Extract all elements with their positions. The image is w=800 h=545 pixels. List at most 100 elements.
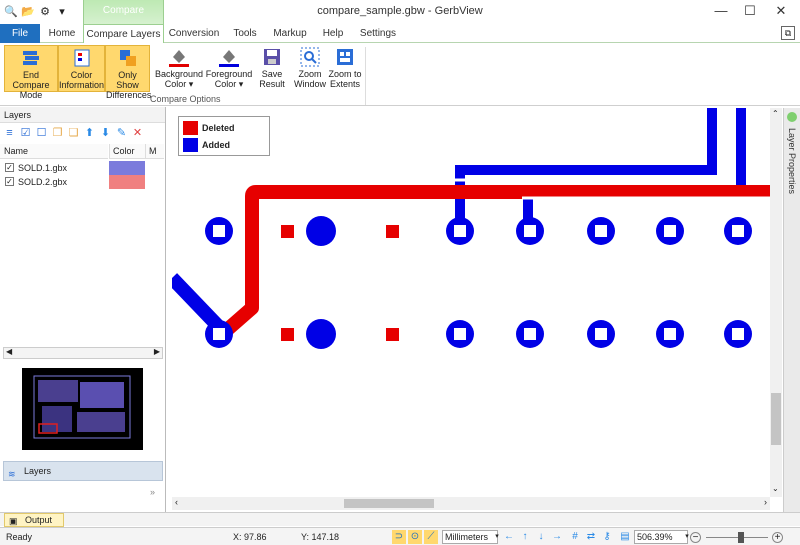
output-bar: ▣ Output <box>0 512 800 527</box>
added-trace <box>455 108 717 226</box>
uncheck-all-icon[interactable]: ☐ <box>35 127 48 140</box>
save-icon <box>264 49 280 65</box>
color-information-button[interactable]: Color Information <box>58 45 105 92</box>
key-icon[interactable]: ⚷ <box>600 530 614 544</box>
end-compare-label-2: Mode <box>19 90 43 100</box>
zoom-window-label-2: Window <box>293 79 326 89</box>
scroll-right-icon[interactable]: ▶ <box>154 347 160 356</box>
legend-deleted-swatch <box>183 121 198 135</box>
ribbon-options-icon[interactable]: ⧉ <box>781 26 795 40</box>
tab-compare-layers[interactable]: Compare Layers <box>83 24 164 44</box>
zoom-page-icon[interactable]: ▤ <box>618 530 632 544</box>
zoom-to-extents-label-1: Zoom to <box>328 69 362 79</box>
measure-icon[interactable]: ⇄ <box>584 530 598 544</box>
layer-row[interactable]: ✓ SOLD.1.gbx <box>0 161 164 175</box>
pan-down-icon[interactable]: ↓ <box>534 530 548 544</box>
grid-snap-icon[interactable]: ⊙ <box>408 530 422 544</box>
end-compare-mode-button[interactable]: End Compare Mode <box>4 45 58 100</box>
x-coordinate: X: 97.86 <box>233 532 267 542</box>
background-color-button[interactable]: Background Color ▾ <box>154 45 204 92</box>
zoom-out-icon[interactable]: − <box>690 532 701 543</box>
copy-layer-icon[interactable]: ❐ <box>51 127 64 140</box>
layers-section-icon: ≋ <box>8 469 16 479</box>
layer-checkbox[interactable]: ✓ <box>5 163 14 172</box>
tab-file[interactable]: File <box>0 24 40 43</box>
tab-settings[interactable]: Settings <box>356 24 400 43</box>
zoom-to-extents-button[interactable]: Zoom to Extents <box>328 45 362 92</box>
output-tab[interactable]: ▣ Output <box>4 513 64 527</box>
delete-layer-icon[interactable]: ✕ <box>131 127 144 140</box>
foreground-color-button[interactable]: Foreground Color ▾ <box>205 45 253 92</box>
status-text: Ready <box>6 532 33 542</box>
zoom-window-button[interactable]: Zoom Window <box>292 45 328 92</box>
pad-row-bottom <box>205 319 752 349</box>
snap-icon[interactable]: ⊃ <box>392 530 406 544</box>
column-name[interactable]: Name <box>0 144 108 159</box>
ortho-icon[interactable]: ⟋ <box>424 530 438 544</box>
paste-layer-icon[interactable]: ❏ <box>67 127 80 140</box>
layers-section-button[interactable]: ≋ Layers <box>3 461 163 481</box>
check-all-icon[interactable]: ☑ <box>19 127 32 140</box>
pan-up-icon[interactable]: ↑ <box>518 530 532 544</box>
tab-home[interactable]: Home <box>44 24 80 43</box>
customize-dropdown-icon[interactable]: ▾ <box>55 5 69 19</box>
canvas-horizontal-scrollbar[interactable]: ‹ › <box>172 497 770 510</box>
maximize-button[interactable]: ☐ <box>733 0 767 24</box>
vertical-scroll-thumb[interactable] <box>771 393 781 445</box>
board-overview-thumbnail[interactable] <box>22 368 143 450</box>
comparison-legend: Deleted Added <box>178 116 270 156</box>
column-color[interactable]: Color <box>109 144 145 159</box>
zoom-in-icon[interactable]: + <box>772 532 783 543</box>
ribbon: End Compare Mode Color Information Only … <box>0 43 800 106</box>
save-result-button[interactable]: Save Result <box>256 45 288 92</box>
scroll-up-icon[interactable]: ⌃ <box>772 109 779 118</box>
zoom-window-icon <box>300 47 320 67</box>
layers-horizontal-scrollbar[interactable]: ◀ ▶ <box>3 347 163 359</box>
open-folder-icon[interactable]: 📂 <box>21 5 35 19</box>
legend-added-label: Added <box>202 140 230 150</box>
pan-left-icon[interactable]: ← <box>502 530 516 544</box>
layer-checkbox[interactable]: ✓ <box>5 177 14 186</box>
tab-conversion[interactable]: Conversion <box>168 24 220 43</box>
layer-color-swatch[interactable] <box>109 161 145 175</box>
scroll-right-icon[interactable]: › <box>764 497 767 507</box>
layer-color-swatch[interactable] <box>109 175 145 189</box>
ribbon-divider <box>365 47 366 105</box>
only-show-differences-button[interactable]: Only Show Differences <box>105 45 151 100</box>
units-value: Millimeters <box>445 532 489 542</box>
move-down-icon[interactable]: ⬇ <box>99 127 112 140</box>
group-label-compare-options: Compare Options <box>150 94 221 104</box>
scroll-left-icon[interactable]: ◀ <box>6 347 12 356</box>
gerber-canvas[interactable]: Deleted Added <box>172 108 770 497</box>
context-tab-compare: Compare <box>83 0 164 24</box>
expand-panel-icon[interactable]: » <box>150 487 155 497</box>
tab-markup[interactable]: Markup <box>270 24 310 43</box>
scroll-down-icon[interactable]: ⌄ <box>772 484 779 493</box>
background-color-label-2: Color ▾ <box>164 79 194 89</box>
settings-icon[interactable]: ⚙ <box>38 5 52 19</box>
pan-right-icon[interactable]: → <box>550 530 564 544</box>
layer-row[interactable]: ✓ SOLD.2.gbx <box>0 175 164 189</box>
layer-properties-sidebar[interactable]: Layer Properties <box>783 108 800 513</box>
layer-name: SOLD.1.gbx <box>18 163 68 173</box>
layers-toolbar: ≡ ☑ ☐ ❐ ❏ ⬆ ⬇ ✎ ✕ <box>0 123 165 143</box>
zoom-icon[interactable]: 🔍 <box>4 5 18 19</box>
tab-help[interactable]: Help <box>318 24 348 43</box>
zoom-slider-track[interactable] <box>706 537 768 538</box>
legend-deleted-label: Deleted <box>202 123 235 133</box>
layers-stack-icon[interactable]: ≡ <box>3 127 16 140</box>
color-information-label-2: Information <box>59 80 105 90</box>
pad-row-top <box>205 216 752 246</box>
close-button[interactable]: ✕ <box>764 0 798 24</box>
pcb-drawing[interactable] <box>172 108 770 497</box>
tab-tools[interactable]: Tools <box>228 24 262 43</box>
wrench-icon[interactable]: ✎ <box>115 127 128 140</box>
zoom-slider-thumb[interactable] <box>738 532 744 543</box>
horizontal-scroll-thumb[interactable] <box>344 499 434 508</box>
move-up-icon[interactable]: ⬆ <box>83 127 96 140</box>
y-coordinate: Y: 147.18 <box>301 532 340 542</box>
scroll-left-icon[interactable]: ‹ <box>175 497 178 507</box>
column-m[interactable]: M <box>145 144 164 159</box>
grid-icon[interactable]: # <box>568 530 582 544</box>
canvas-vertical-scrollbar[interactable]: ⌃ ⌄ <box>770 108 782 497</box>
